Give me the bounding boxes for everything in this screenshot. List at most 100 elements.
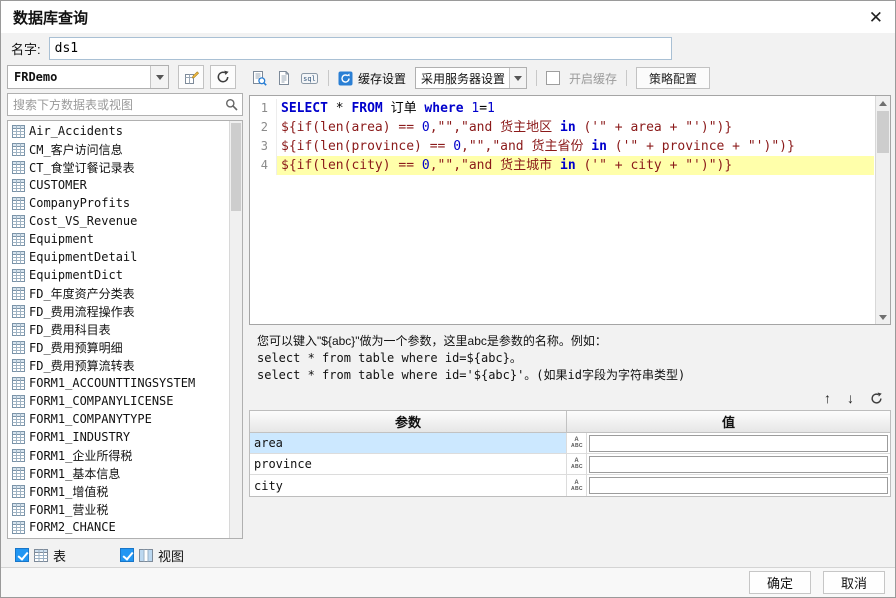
table-icon (12, 178, 25, 192)
param-toolbar: ↑ ↓ (249, 388, 891, 408)
table-name: EquipmentDetail (29, 250, 138, 264)
view-filter-label: 视图 (158, 548, 185, 564)
table-icon (12, 304, 25, 318)
toolbar-separator (626, 70, 628, 86)
sql-line[interactable]: 1 SELECT * FROM 订单 where 1=1 (251, 99, 874, 118)
table-list-item[interactable]: Equipment (9, 230, 228, 248)
table-list-item[interactable]: FORM1_COMPANYLICENSE (9, 392, 228, 410)
sql-line[interactable]: 3 ${if(len(province) == 0,"","and 货主省份 in… (251, 137, 874, 156)
scroll-up-icon[interactable] (876, 96, 890, 110)
refresh-connection-button[interactable] (210, 65, 236, 89)
param-value-input[interactable] (589, 455, 888, 473)
table-name: FD_费用流程操作表 (29, 304, 135, 319)
move-up-icon[interactable]: ↑ (824, 391, 831, 405)
scrollbar-thumb[interactable] (877, 111, 889, 153)
param-name-cell[interactable]: province (250, 454, 567, 474)
svg-text:sql: sql (303, 75, 316, 83)
table-list-item[interactable]: FORM1_COMPANYTYPE (9, 410, 228, 428)
param-value-cell (587, 475, 890, 496)
connection-selected-value: FRDemo (14, 70, 58, 84)
param-value-input[interactable] (589, 477, 888, 494)
table-name: FD_年度资产分类表 (29, 286, 135, 301)
table-icon (12, 142, 25, 156)
database-query-dialog: 数据库查询 ✕ 名字: FRDemo (0, 0, 896, 598)
cache-mode-select[interactable]: 采用服务器设置 (415, 67, 528, 89)
param-value-input[interactable] (589, 434, 888, 452)
sql-editor[interactable]: 1 SELECT * FROM 订单 where 1=1 2 ${if(len(are… (249, 95, 891, 325)
table-list-item[interactable]: FORM1_ACCOUNTTINGSYSTEM (9, 374, 228, 392)
refresh-params-icon[interactable] (870, 392, 883, 405)
edit-connection-icon (184, 70, 199, 84)
table-list-item[interactable]: FD_年度资产分类表 (9, 284, 228, 302)
table-list-item[interactable]: CUSTOMER (9, 176, 228, 194)
right-panel: sql 缓存设置 采用服务器设置 开启缓存 策略配置 1 SELECT * FR… (249, 65, 891, 567)
table-list-item[interactable]: FORM1_营业税 (9, 500, 228, 518)
preview-query-button[interactable] (251, 70, 267, 86)
param-name-cell[interactable]: city (250, 475, 567, 496)
view-filter-checkbox[interactable] (120, 548, 135, 562)
scrollbar-thumb[interactable] (231, 123, 241, 211)
connection-select[interactable]: FRDemo (7, 65, 169, 89)
line-number: 3 (251, 137, 277, 156)
table-icon (12, 484, 25, 498)
sql-helper-button[interactable]: sql (301, 71, 319, 86)
ok-button[interactable]: 确定 (749, 571, 811, 594)
table-filter-checkbox[interactable] (15, 548, 29, 562)
dataset-name-input[interactable] (48, 36, 672, 60)
close-icon[interactable]: ✕ (869, 9, 883, 26)
table-name: FORM1_COMPANYTYPE (29, 412, 152, 426)
table-list-item[interactable]: Air_Accidents (9, 122, 228, 140)
table-icon (12, 448, 25, 462)
table-list-item[interactable]: FD_费用预算明细 (9, 338, 228, 356)
table-icon (12, 376, 25, 390)
help-line-1: 您可以键入"${abc}"做为一个参数，这里abc是参数的名称。例如： (257, 334, 607, 348)
search-input[interactable] (8, 97, 220, 112)
sql-line-text: ${if(len(area) == 0,"","and 货主地区 in ('" … (281, 120, 733, 135)
table-icon (12, 412, 25, 426)
enable-cache-checkbox[interactable] (546, 71, 561, 85)
move-down-icon[interactable]: ↓ (847, 391, 854, 405)
table-list-item[interactable]: EquipmentDict (9, 266, 228, 284)
sql-line[interactable]: 2 ${if(len(area) == 0,"","and 货主地区 in ('"… (251, 118, 874, 137)
search-icon[interactable] (220, 98, 242, 111)
table-list-item[interactable]: FORM1_INDUSTRY (9, 428, 228, 446)
edit-connection-button[interactable] (178, 65, 204, 89)
sql-line-text: SELECT * FROM 订单 where 1=1 (281, 101, 495, 116)
param-row[interactable]: province A ABC (250, 454, 890, 475)
string-type-icon: A ABC (567, 454, 587, 474)
sql-line[interactable]: 4 ${if(len(city) == 0,"","and 货主城市 in ('"… (251, 156, 874, 175)
table-list-item[interactable]: FD_费用预算流转表 (9, 356, 228, 374)
table-name: FD_费用科目表 (29, 322, 111, 337)
table-list-item[interactable]: CT_食堂订餐记录表 (9, 158, 228, 176)
table-icon (12, 214, 25, 228)
param-row[interactable]: area A ABC (250, 433, 890, 454)
cache-settings-button[interactable]: 缓存设置 (338, 70, 406, 87)
param-row[interactable]: city A ABC (250, 475, 890, 496)
format-sql-button[interactable] (276, 70, 292, 86)
table-list-item[interactable]: Cost_VS_Revenue (9, 212, 228, 230)
cancel-button[interactable]: 取消 (823, 571, 885, 594)
table-name: CompanyProfits (29, 196, 131, 210)
table-list-item[interactable]: FORM1_企业所得税 (9, 446, 228, 464)
table-icon (12, 232, 25, 246)
table-list-item[interactable]: FORM1_基本信息 (9, 464, 228, 482)
table-list-scrollbar[interactable] (229, 121, 242, 538)
table-list-item[interactable]: EquipmentDetail (9, 248, 228, 266)
table-list-item[interactable]: FD_费用流程操作表 (9, 302, 228, 320)
table-icon (12, 250, 25, 264)
left-panel: FRDemo 搜索下方数据表或视图 Air_Accidents CM_客户访问信… (7, 65, 243, 567)
editor-scrollbar[interactable] (875, 96, 890, 324)
table-list-item[interactable]: FORM1_增值税 (9, 482, 228, 500)
table-name: FORM1_INDUSTRY (29, 430, 131, 444)
table-list-item[interactable]: CM_客户访问信息 (9, 140, 228, 158)
scroll-down-icon[interactable] (876, 310, 890, 324)
table-list-item[interactable]: FD_费用科目表 (9, 320, 228, 338)
help-line-2: select * from table where id=${abc}。 (257, 351, 522, 365)
table-icon (12, 340, 25, 354)
table-list-item[interactable]: FORM2_CHANCE (9, 518, 228, 536)
table-icon (12, 466, 25, 480)
param-name-cell[interactable]: area (250, 433, 567, 453)
policy-config-button[interactable]: 策略配置 (636, 67, 711, 89)
table-list-item[interactable]: CompanyProfits (9, 194, 228, 212)
table-name: FD_费用预算流转表 (29, 358, 135, 373)
